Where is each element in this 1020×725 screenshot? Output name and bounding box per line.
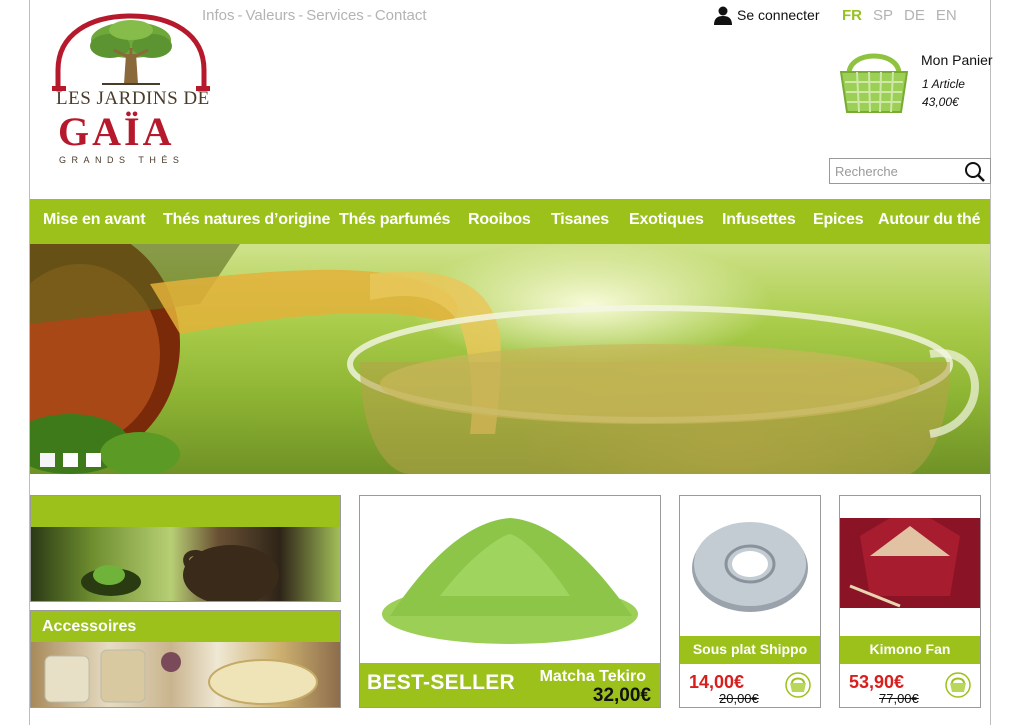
matcha-powder-image (382, 518, 638, 644)
slider-dots (40, 453, 101, 467)
lang-en[interactable]: EN (936, 7, 957, 24)
product-old-price: 77,00€ (879, 691, 919, 706)
promo-teapot-label (31, 496, 340, 527)
promo-teapot[interactable] (30, 495, 341, 602)
promo-accessoires[interactable]: Accessoires (30, 610, 341, 708)
logo-line3: GRANDS THÉS (59, 155, 185, 165)
best-seller-card[interactable]: BEST-SELLER Matcha Tekiro 32,00€ (359, 495, 661, 708)
best-seller-name: Matcha Tekiro (539, 668, 646, 685)
product-price: 14,00€ (689, 672, 745, 692)
best-seller-footer: BEST-SELLER Matcha Tekiro 32,00€ (360, 663, 660, 707)
tree-logo-icon (52, 13, 210, 91)
logo-line2: GAÏA (58, 109, 175, 154)
login-link[interactable]: Se connecter (713, 4, 820, 26)
add-to-cart-basket-icon[interactable] (785, 672, 811, 698)
product-name: Kimono Fan (840, 636, 980, 664)
language-switcher: FR SP DE EN (842, 7, 957, 24)
best-seller-tag: BEST-SELLER (367, 671, 515, 694)
site-logo[interactable]: LES JARDINS DE GAÏA GRANDS THÉS (50, 12, 212, 172)
link-contact[interactable]: Contact (375, 7, 427, 24)
product-name: Sous plat Shippo (680, 636, 820, 664)
login-label: Se connecter (737, 7, 820, 23)
lang-de[interactable]: DE (904, 7, 925, 24)
hero-slider[interactable] (30, 244, 990, 474)
product-old-price: 20,00€ (719, 691, 759, 706)
cart-items-count: 1 Article (922, 77, 965, 91)
best-seller-price: 32,00€ (592, 685, 651, 706)
cart-title: Mon Panier (921, 52, 993, 68)
link-valeurs[interactable]: Valeurs (246, 7, 296, 24)
nav-autour-du-the[interactable]: Autour du thé (878, 211, 980, 229)
add-to-cart-basket-icon[interactable] (945, 672, 971, 698)
main-nav: Mise en avant Thés natures d’origine Thé… (30, 199, 990, 244)
nav-exotiques[interactable]: Exotiques (629, 211, 704, 229)
nav-tisanes[interactable]: Tisanes (551, 211, 609, 229)
link-services[interactable]: Services (306, 7, 364, 24)
product-card[interactable]: Kimono Fan 53,90€ 77,00€ (839, 495, 981, 708)
hero-tea-image (30, 244, 979, 474)
kimono-image (840, 518, 980, 608)
nav-mise-en-avant[interactable]: Mise en avant (43, 211, 146, 229)
slider-dot-2[interactable] (63, 453, 78, 467)
nav-epices[interactable]: Epices (813, 211, 864, 229)
slider-dot-1[interactable] (40, 453, 55, 467)
top-links: Infos - Valeurs - Services - Contact (202, 7, 427, 24)
basket-icon (839, 53, 909, 113)
cart-widget[interactable]: Mon Panier 1 Article 43,00€ (837, 44, 993, 120)
nav-thes-parfumes[interactable]: Thés parfumés (339, 211, 450, 229)
logo-line1: LES JARDINS DE (56, 88, 210, 109)
lang-sp[interactable]: SP (873, 7, 893, 24)
search-icon[interactable] (964, 161, 986, 183)
nav-rooibos[interactable]: Rooibos (468, 211, 531, 229)
trivet-image (692, 522, 808, 612)
nav-infusettes[interactable]: Infusettes (722, 211, 796, 229)
user-icon (714, 6, 732, 25)
slider-dot-3[interactable] (86, 453, 101, 467)
lang-fr[interactable]: FR (842, 7, 862, 24)
teapot-image (31, 527, 340, 601)
search-box (829, 158, 991, 184)
cart-total: 43,00€ (922, 95, 959, 109)
nav-thes-natures[interactable]: Thés natures d’origine (163, 211, 330, 229)
promo-accessoires-label: Accessoires (31, 611, 340, 642)
product-card[interactable]: Sous plat Shippo 14,00€ 20,00€ (679, 495, 821, 708)
product-price: 53,90€ (849, 672, 905, 692)
search-input[interactable] (835, 162, 961, 180)
accessoires-image (31, 642, 340, 707)
